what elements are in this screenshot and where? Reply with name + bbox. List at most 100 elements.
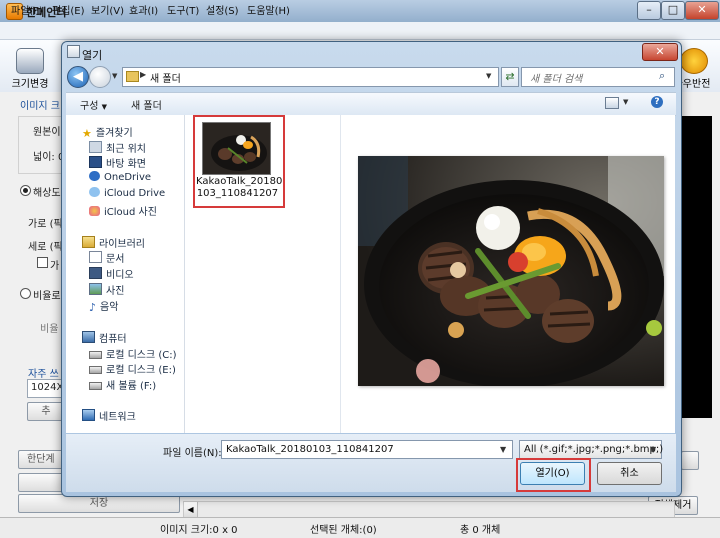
original-label: 원본이 (33, 127, 61, 138)
step-back-button[interactable]: 한단계 (18, 450, 66, 469)
nav-libraries[interactable]: 라이브러리 (82, 235, 145, 250)
breadcrumb[interactable]: 새 폴더 (150, 70, 181, 85)
scroll-left-arrow-icon[interactable]: ◀ (184, 502, 198, 517)
drive-c-icon (89, 351, 102, 359)
nav-drive-f-label: 새 볼륨 (F:) (106, 381, 157, 392)
videos-icon (89, 267, 102, 279)
file-thumbnail[interactable] (202, 122, 271, 175)
ratio-field-label: 비율 (40, 324, 59, 335)
nav-favorites-label: 즐겨찾기 (95, 128, 133, 139)
nav-recent-places[interactable]: 최근 위치 (89, 140, 146, 155)
nav-network-label: 네트워크 (99, 412, 136, 423)
preview-image (358, 156, 664, 386)
nav-drive-f[interactable]: 새 볼륨 (F:) (89, 377, 156, 392)
search-icon[interactable]: ⌕ (659, 69, 665, 83)
nav-documents-label: 문서 (106, 254, 125, 265)
nav-computer-label: 컴퓨터 (99, 334, 127, 345)
horizontal-label: 가로 (픽 (28, 219, 63, 230)
organize-button[interactable]: 구성 ▼ (80, 97, 107, 112)
nav-drive-c[interactable]: 로컬 디스크 (C:) (89, 346, 177, 361)
recent-dropdown-icon[interactable]: ▼ (112, 72, 117, 80)
nav-icloud-photos[interactable]: iCloud 사진 (89, 203, 157, 218)
drive-f-icon (89, 382, 102, 390)
menu-settings[interactable]: 설정(S) (206, 2, 239, 17)
back-arrow-icon[interactable]: ◀ (67, 66, 89, 88)
filename-dropdown-icon[interactable]: ▼ (500, 445, 506, 454)
breadcrumb-chevron-icon: ▶ (140, 70, 147, 79)
nav-network[interactable]: 네트워크 (82, 408, 136, 423)
desktop-icon (89, 156, 102, 168)
thumbnail-food-image (203, 123, 270, 174)
view-dropdown-icon[interactable]: ▼ (623, 98, 628, 106)
right-panel-button[interactable] (681, 451, 699, 470)
nav-icloud-photos-label: iCloud 사진 (104, 207, 157, 218)
music-note-icon: ♪ (89, 301, 97, 314)
nav-favorites[interactable]: ★ 즐겨찾기 (82, 124, 133, 140)
nav-onedrive-label: OneDrive (104, 172, 152, 183)
nav-videos[interactable]: 비디오 (89, 266, 134, 281)
menu-file[interactable]: 파일(F) (11, 2, 43, 17)
cancel-button[interactable]: 취소 (597, 462, 662, 485)
resize-button[interactable]: 크기변경 (4, 44, 56, 90)
nav-onedrive[interactable]: OneDrive (89, 171, 151, 183)
search-placeholder: 새 폴더 검색 (530, 74, 583, 85)
new-folder-button[interactable]: 새 폴더 (131, 97, 162, 112)
resize-icon (16, 48, 44, 74)
refresh-icon[interactable]: ⇄ (501, 67, 519, 87)
menu-edit[interactable]: 편집(E) (52, 2, 85, 17)
maximize-button[interactable]: □ (661, 1, 685, 20)
filetype-dropdown-icon[interactable]: ▼ (650, 445, 656, 454)
add-preset-label: 추 (41, 406, 51, 417)
frequent-size-heading: 자주 쓰 (28, 369, 59, 380)
flip-icon (680, 48, 708, 74)
step-back-label: 한단계 (27, 454, 55, 465)
nav-libraries-label: 라이브러리 (99, 239, 145, 250)
organize-dropdown-icon: ▼ (101, 103, 107, 111)
ratio-radio[interactable] (20, 288, 31, 299)
open-button[interactable]: 열기(O) (520, 462, 585, 485)
save-label: 저장 (89, 498, 109, 509)
address-dropdown-icon[interactable]: ▼ (486, 72, 491, 80)
vertical-label: 세로 (픽 (28, 242, 63, 253)
keep-ratio-checkbox[interactable] (37, 257, 48, 268)
keep-ratio-label: 가 (50, 261, 60, 272)
nav-recent-places-label: 최근 위치 (106, 144, 146, 155)
nav-desktop[interactable]: 바탕 화면 (89, 155, 146, 170)
nav-videos-label: 비디오 (106, 270, 134, 281)
menu-effects[interactable]: 효과(I) (129, 2, 158, 17)
nav-computer[interactable]: 컴퓨터 (82, 330, 127, 345)
resolution-radio[interactable] (20, 185, 31, 196)
menu-help[interactable]: 도움말(H) (247, 2, 290, 17)
resize-label: 크기변경 (11, 79, 49, 90)
filetype-value: All (*.gif;*.jpg;*.png;*.bmp;) (524, 444, 664, 455)
file-name-line2: 103_110841207 (196, 188, 279, 199)
dialog-close-button[interactable]: ✕ (642, 43, 678, 61)
libraries-icon (82, 236, 95, 248)
unknown-button[interactable] (18, 473, 66, 492)
minimize-button[interactable]: – (637, 1, 661, 20)
nav-drive-e[interactable]: 로컬 디스크 (E:) (89, 361, 176, 376)
menu-tools[interactable]: 도구(T) (167, 2, 199, 17)
add-preset-button[interactable]: 추 (27, 402, 65, 421)
close-button[interactable]: ✕ (685, 1, 719, 20)
nav-music-label: 음악 (100, 302, 119, 313)
filename-label: 파일 이름(N): (163, 448, 222, 459)
status-selected: 선택된 개체:(0) (310, 525, 377, 536)
dialog-icon (67, 45, 80, 58)
help-icon[interactable]: ? (651, 96, 663, 108)
nav-pictures[interactable]: 사진 (89, 282, 124, 297)
file-name-line1: KakaoTalk_20180 (196, 176, 283, 187)
menu-view[interactable]: 보기(V) (91, 2, 124, 17)
nav-music[interactable]: ♪ 음악 (89, 298, 119, 314)
nav-drive-c-label: 로컬 디스크 (C:) (106, 350, 177, 361)
nav-icloud-drive[interactable]: iCloud Drive (89, 187, 165, 199)
folder-icon (126, 71, 139, 82)
view-options-icon[interactable] (605, 97, 619, 109)
canvas-area[interactable] (678, 116, 712, 418)
forward-arrow-icon[interactable] (89, 66, 111, 88)
horizontal-scrollbar[interactable]: ◀ (183, 501, 675, 518)
computer-icon (82, 331, 95, 343)
nav-documents[interactable]: 문서 (89, 250, 124, 265)
star-icon: ★ (82, 127, 92, 140)
width-label: 넓이: 0 (33, 152, 65, 163)
